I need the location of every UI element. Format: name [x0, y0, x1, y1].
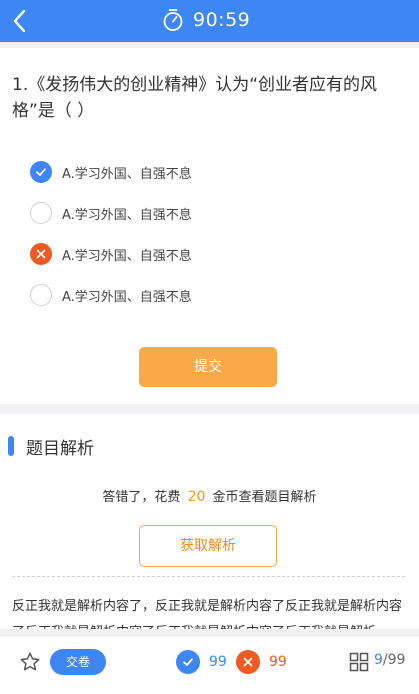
submit-button[interactable]: 提交 — [139, 347, 277, 387]
cost-prefix: 答错了，花费 — [102, 490, 181, 505]
radio-empty-icon — [30, 202, 52, 224]
cross-icon — [30, 243, 52, 265]
option-label: A.学习外国、自强不息 — [62, 289, 192, 305]
option-label: A.学习外国、自强不息 — [62, 166, 192, 182]
divider — [12, 576, 405, 577]
analysis-card: 题目解析 答错了，花费 20 金币查看题目解析 获取解析 反正我就是解析内容了，… — [0, 414, 419, 629]
checkmark-icon — [176, 650, 200, 674]
timer-text: 90:59 — [193, 9, 251, 31]
star-outline-icon[interactable] — [19, 651, 41, 673]
bottom-bar: 交卷 99 99 9/99 — [0, 635, 419, 694]
radio-empty-icon — [30, 284, 52, 306]
option-3[interactable]: A.学习外国、自强不息 — [30, 242, 192, 266]
checkmark-icon — [30, 161, 52, 183]
cost-suffix: 金币查看题目解析 — [212, 490, 317, 505]
cost-amount: 20 — [187, 489, 206, 505]
progress-current: 9 — [374, 652, 383, 668]
correct-count: 99 — [176, 650, 227, 674]
option-2[interactable]: A.学习外国、自强不息 — [30, 201, 192, 225]
section-title: 题目解析 — [26, 439, 94, 459]
cross-icon — [236, 650, 260, 674]
grid-icon[interactable] — [349, 652, 369, 672]
option-label: A.学习外国、自强不息 — [62, 248, 192, 264]
hand-in-button[interactable]: 交卷 — [50, 649, 106, 675]
progress-total: 99 — [387, 652, 406, 668]
correct-count-value: 99 — [209, 654, 227, 670]
question-text: 1.《发扬伟大的创业精神》认为“创业者应有的风格”是（ ） — [12, 75, 378, 121]
wrong-count: 99 — [236, 650, 287, 674]
wrong-count-value: 99 — [269, 654, 287, 670]
stopwatch-icon — [163, 9, 183, 31]
analysis-content: 反正我就是解析内容了，反正我就是解析内容了反正我就是解析内容了反正我就是解析内容… — [12, 599, 403, 629]
option-4[interactable]: A.学习外国、自强不息 — [30, 283, 192, 307]
get-analysis-button[interactable]: 获取解析 — [139, 525, 277, 567]
question-progress[interactable]: 9/99 — [374, 652, 405, 668]
option-1[interactable]: A.学习外国、自强不息 — [30, 160, 192, 184]
cost-notice: 答错了，花费 20 金币查看题目解析 — [0, 486, 419, 505]
section-marker — [8, 436, 14, 456]
top-bar: 90:59 — [0, 0, 419, 42]
option-label: A.学习外国、自强不息 — [62, 207, 192, 223]
back-button[interactable] — [6, 6, 36, 36]
chevron-left-icon — [13, 9, 26, 33]
question-card: 1.《发扬伟大的创业精神》认为“创业者应有的风格”是（ ） A.学习外国、自强不… — [0, 48, 419, 404]
exam-timer: 90:59 — [162, 8, 250, 32]
